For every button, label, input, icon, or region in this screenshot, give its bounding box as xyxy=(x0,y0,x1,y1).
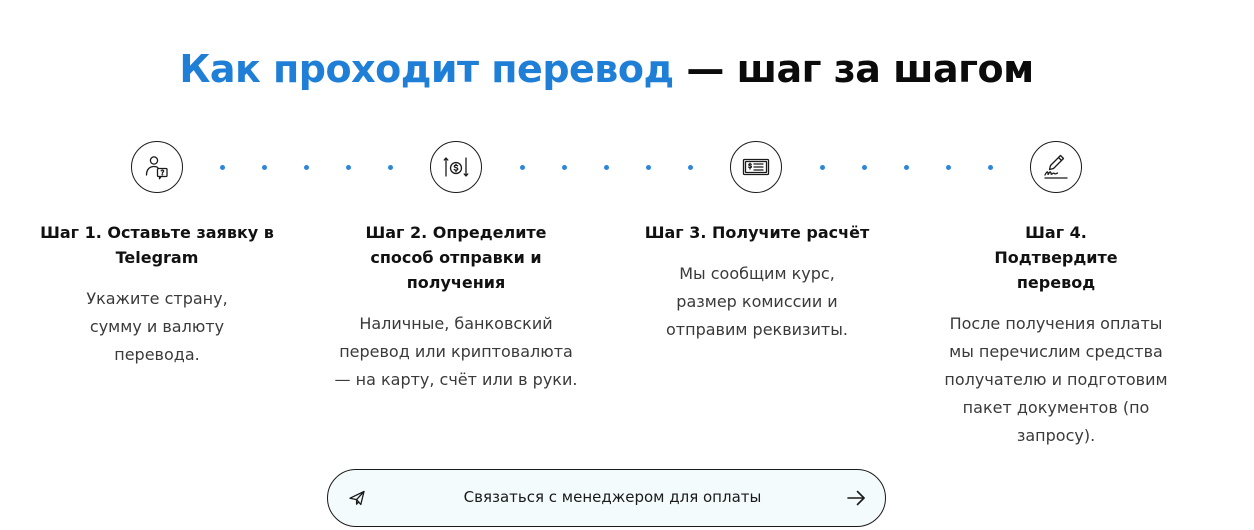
connector-dot xyxy=(946,165,951,170)
step-1: Шаг 1. Оставьте заявку в Telegram Укажит… xyxy=(32,220,282,369)
arrow-right-icon xyxy=(847,490,865,506)
page-title-accent: Как проходит перевод xyxy=(179,47,674,92)
step-2: Шаг 2. Определите способ отправки и полу… xyxy=(331,220,581,394)
connector-dot xyxy=(688,165,693,170)
step-4: Шаг 4. Подтвердите перевод После получен… xyxy=(931,220,1181,450)
contact-manager-label: Связаться с менеджером для оплаты xyxy=(463,488,762,506)
page-title: Как проходит перевод — шаг за шагом xyxy=(0,43,1213,95)
step-connector-3 xyxy=(820,165,1000,171)
step-description: Укажите страну, сумму и валюту перевода. xyxy=(86,289,228,364)
contact-manager-button[interactable]: Связаться с менеджером для оплаты xyxy=(327,469,886,527)
step-3: Шаг 3. Получите расчёт Мы сообщим курс, … xyxy=(632,220,882,344)
connector-dot xyxy=(262,165,267,170)
connector-dot xyxy=(862,165,867,170)
connector-dot xyxy=(346,165,351,170)
step-title: Шаг 4. Подтвердите перевод xyxy=(994,223,1118,292)
user-question-icon xyxy=(131,141,183,193)
currency-exchange-icon xyxy=(430,141,482,193)
signature-icon xyxy=(1030,141,1082,193)
step-title: Шаг 2. Определите способ отправки и полу… xyxy=(365,223,547,292)
step-connector-1 xyxy=(220,165,400,171)
page-title-rest: — шаг за шагом xyxy=(673,47,1034,92)
invoice-icon xyxy=(730,141,782,193)
connector-dot xyxy=(988,165,993,170)
connector-dot xyxy=(904,165,909,170)
connector-dot xyxy=(820,165,825,170)
connector-dot xyxy=(304,165,309,170)
connector-dot xyxy=(562,165,567,170)
step-description: Мы сообщим курс, размер комиссии и отпра… xyxy=(666,264,848,339)
step-description: После получения оплаты мы перечислим сре… xyxy=(944,314,1168,445)
step-title: Шаг 1. Оставьте заявку в Telegram xyxy=(40,223,274,267)
step-connector-2 xyxy=(520,165,700,171)
connector-dot xyxy=(388,165,393,170)
step-title: Шаг 3. Получите расчёт xyxy=(644,223,870,242)
connector-dot xyxy=(220,165,225,170)
step-description: Наличные, банковский перевод или криптов… xyxy=(334,314,578,389)
connector-dot xyxy=(646,165,651,170)
connector-dot xyxy=(604,165,609,170)
connector-dot xyxy=(520,165,525,170)
